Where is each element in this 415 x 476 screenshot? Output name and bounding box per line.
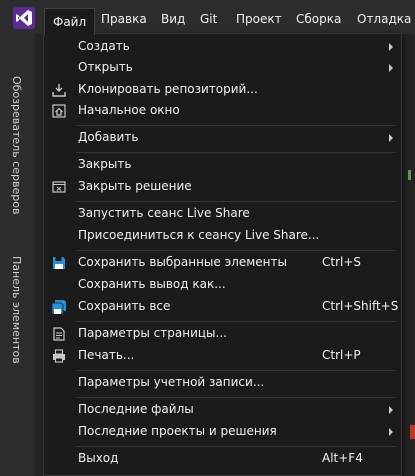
visual-studio-logo-icon bbox=[13, 7, 35, 29]
menu-item-label: Сохранить выбранные элементы bbox=[78, 255, 287, 269]
editor-fragment bbox=[410, 425, 415, 439]
menu-separator bbox=[76, 321, 396, 322]
menu-item-exit[interactable]: Выход Alt+F4 bbox=[44, 448, 401, 470]
menu-item-label: Последние проекты и решения bbox=[78, 424, 277, 438]
menu-item-recent-files[interactable]: Последние файлы bbox=[44, 399, 401, 421]
menu-item-shortcut: Alt+F4 bbox=[322, 451, 363, 465]
menu-item-label: Клонировать репозиторий... bbox=[78, 82, 258, 96]
home-icon bbox=[52, 104, 66, 118]
menu-item-label: Создать bbox=[78, 39, 130, 53]
menu-item-label: Добавить bbox=[78, 130, 139, 144]
menu-item-page-setup[interactable]: Параметры страницы... bbox=[44, 323, 401, 345]
menu-item-close-solution[interactable]: Закрыть решение bbox=[44, 176, 401, 198]
save-all-icon bbox=[52, 300, 66, 314]
menu-item-label: Начальное окно bbox=[78, 103, 180, 117]
editor-fragment bbox=[408, 170, 411, 180]
menu-project[interactable]: Проект bbox=[236, 9, 282, 29]
menu-item-label: Параметры страницы... bbox=[78, 326, 227, 340]
menu-item-account-settings[interactable]: Параметры учетной записи... bbox=[44, 372, 401, 394]
menu-separator bbox=[76, 446, 396, 447]
menu-item-label: Сохранить все bbox=[78, 299, 171, 313]
menu-item-label: Закрыть решение bbox=[78, 179, 192, 193]
menu-separator bbox=[76, 152, 396, 153]
menu-item-save-all[interactable]: Сохранить все Ctrl+Shift+S bbox=[44, 296, 401, 318]
menu-separator bbox=[76, 125, 396, 126]
save-icon bbox=[53, 257, 65, 269]
menu-separator bbox=[76, 397, 396, 398]
menu-view[interactable]: Вид bbox=[161, 9, 185, 29]
submenu-arrow-icon bbox=[389, 134, 393, 142]
page-setup-icon bbox=[53, 327, 65, 341]
submenu-arrow-icon bbox=[389, 406, 393, 414]
menu-bar: Файл Правка Вид Git Проект Сборка Отладк… bbox=[0, 0, 415, 35]
submenu-arrow-icon bbox=[389, 428, 393, 436]
menu-item-label: Открыть bbox=[78, 60, 133, 74]
close-solution-icon bbox=[52, 181, 66, 193]
menu-item-shortcut: Ctrl+S bbox=[322, 255, 362, 269]
menu-item-join-live-share[interactable]: Присоединиться к сеансу Live Share... bbox=[44, 225, 401, 247]
menu-file[interactable]: Файл bbox=[44, 8, 96, 35]
menu-item-label: Печать... bbox=[78, 348, 135, 362]
menu-item-start-live-share[interactable]: Запустить сеанс Live Share bbox=[44, 203, 401, 225]
menu-edit[interactable]: Правка bbox=[101, 9, 147, 29]
menu-item-label: Сохранить вывод как... bbox=[78, 277, 226, 291]
menu-item-close[interactable]: Закрыть bbox=[44, 154, 401, 176]
submenu-arrow-icon bbox=[389, 43, 393, 51]
toolbox-tab[interactable]: Панель элементов bbox=[10, 256, 23, 364]
menu-item-clone-repository[interactable]: Клонировать репозиторий... bbox=[44, 79, 401, 101]
menu-item-save-selected[interactable]: Сохранить выбранные элементы Ctrl+S bbox=[44, 252, 401, 274]
menu-item-print[interactable]: Печать... Ctrl+P bbox=[44, 345, 401, 367]
menu-item-add[interactable]: Добавить bbox=[44, 127, 401, 149]
menu-item-start-window[interactable]: Начальное окно bbox=[44, 100, 401, 122]
clone-download-icon bbox=[52, 84, 66, 97]
menu-separator bbox=[76, 250, 396, 251]
tool-window-strip: Обозреватель серверов Панель элементов bbox=[0, 34, 34, 476]
menu-item-label: Последние файлы bbox=[78, 402, 194, 416]
menu-item-label: Присоединиться к сеансу Live Share... bbox=[78, 228, 320, 242]
menu-item-shortcut: Ctrl+P bbox=[322, 348, 361, 362]
printer-icon bbox=[53, 349, 65, 363]
file-menu-dropdown: Создать Открыть Клонировать репозиторий.… bbox=[43, 33, 402, 476]
menu-item-shortcut: Ctrl+Shift+S bbox=[322, 299, 399, 313]
menu-item-label: Запустить сеанс Live Share bbox=[78, 206, 250, 220]
menu-item-label: Закрыть bbox=[78, 157, 132, 171]
menu-item-label: Выход bbox=[78, 451, 119, 465]
menu-item-save-output-as[interactable]: Сохранить вывод как... bbox=[44, 274, 401, 296]
menu-item-create[interactable]: Создать bbox=[44, 36, 401, 58]
menu-item-label: Параметры учетной записи... bbox=[78, 375, 265, 389]
menu-debug[interactable]: Отладка bbox=[357, 9, 411, 29]
menu-item-open[interactable]: Открыть bbox=[44, 57, 401, 79]
menu-item-recent-projects[interactable]: Последние проекты и решения bbox=[44, 421, 401, 443]
menu-separator bbox=[76, 370, 396, 371]
menu-separator bbox=[76, 201, 396, 202]
menu-git[interactable]: Git bbox=[200, 9, 217, 29]
submenu-arrow-icon bbox=[389, 64, 393, 72]
menu-build[interactable]: Сборка bbox=[296, 9, 341, 29]
server-explorer-tab[interactable]: Обозреватель серверов bbox=[10, 76, 23, 214]
